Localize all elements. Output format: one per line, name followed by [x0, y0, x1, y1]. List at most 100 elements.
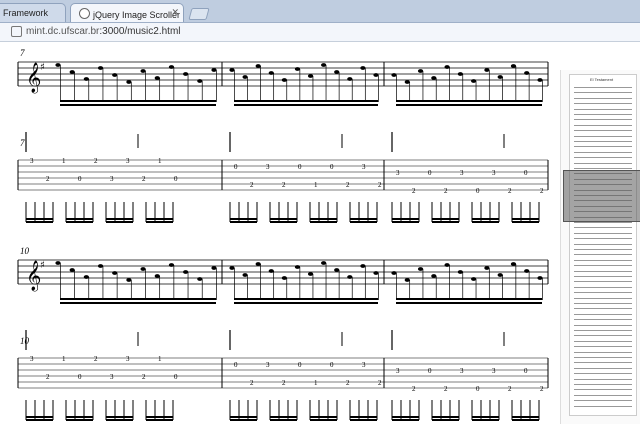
note-head: [229, 68, 235, 72]
rhythm-beam: [310, 218, 337, 220]
note-head: [497, 75, 503, 79]
fret-number: 2: [142, 373, 146, 381]
page-icon: .: [11, 26, 22, 37]
close-icon[interactable]: ✕: [171, 7, 179, 18]
fret-number: 3: [396, 367, 400, 375]
note-head: [281, 276, 287, 280]
thumbnail-staff-line: [574, 270, 632, 272]
address-bar[interactable]: mint.dc.ufscar.br:3000/music2.html: [26, 26, 181, 37]
note-head: [229, 266, 235, 270]
rhythm-beam: [350, 221, 377, 223]
fret-number: 3: [266, 163, 270, 171]
fret-number: 0: [330, 163, 334, 171]
thumbnail-staff-line: [574, 141, 632, 142]
thumbnail-staff-line: [574, 124, 632, 126]
thumbnail-staff-line: [574, 243, 632, 245]
note-head: [183, 72, 189, 76]
fret-number: 3: [396, 169, 400, 177]
fret-number: 1: [62, 355, 66, 363]
system-1: 7𝄞♯7321023321002320102323202303202: [17, 48, 549, 223]
fret-number: 0: [330, 361, 334, 369]
rhythm-beam: [66, 218, 93, 220]
thumbnail-staff-line: [574, 281, 632, 283]
note-head: [471, 79, 477, 83]
measure-number: 10: [20, 246, 30, 256]
note-head: [140, 267, 146, 271]
rhythm-beam: [392, 416, 419, 418]
tab-framework[interactable]: Framework: [0, 3, 66, 22]
note-head: [183, 270, 189, 274]
fret-number: 0: [524, 169, 528, 177]
rhythm-beam: [432, 218, 459, 220]
fret-number: 0: [78, 373, 82, 381]
thumbnail-staff-line: [574, 222, 632, 223]
tab-measure-number: 7: [20, 138, 25, 148]
rhythm-beam: [106, 419, 133, 421]
rhythm-beam: [230, 416, 257, 418]
rhythm-beam: [26, 218, 53, 220]
sharp-icon: ♯: [40, 260, 45, 271]
fret-number: 3: [266, 361, 270, 369]
beam: [396, 298, 542, 300]
fret-number: 2: [46, 373, 50, 381]
rhythm-beam: [106, 221, 133, 223]
rhythm-beam: [512, 416, 539, 418]
new-tab-button[interactable]: [188, 8, 210, 20]
rhythm-beam: [270, 218, 297, 220]
url-path: :3000/music2.html: [99, 26, 181, 37]
note-head: [197, 79, 203, 83]
thumbnail-staff-line: [574, 400, 632, 402]
thumbnail-staff-line: [574, 87, 632, 88]
rhythm-beam: [66, 419, 93, 421]
rhythm-beam: [146, 416, 173, 418]
fret-number: 1: [314, 181, 318, 189]
rhythm-beam: [472, 419, 499, 421]
note-head: [211, 68, 217, 72]
thumbnail-page[interactable]: El Testament: [569, 74, 637, 416]
rhythm-beam: [392, 419, 419, 421]
thumbnail-staff-line: [574, 405, 632, 407]
thumbnail-staff-line: [574, 330, 632, 331]
rhythm-beam: [432, 416, 459, 418]
note-head: [524, 269, 530, 273]
note-head: [268, 71, 274, 75]
fret-number: 2: [346, 181, 350, 189]
fret-number: 2: [412, 385, 416, 393]
note-head: [334, 70, 340, 74]
note-head: [307, 74, 314, 78]
thumbnail-staff-line: [574, 130, 632, 132]
note-head: [97, 264, 104, 268]
note-head: [69, 70, 75, 74]
thumbnail-staff-line: [574, 162, 632, 164]
thumbnail-strip[interactable]: El Testament: [560, 70, 640, 424]
tab-image-scroller[interactable]: jQuery Image Scroller Plug ✕: [70, 3, 184, 22]
beam: [234, 298, 378, 300]
tab-label: jQuery Image Scroller Plug: [93, 10, 183, 20]
fret-number: 3: [30, 157, 34, 165]
note-head: [294, 265, 301, 269]
note-head: [524, 71, 530, 75]
thumbnail-staff-line: [574, 146, 632, 148]
thumbnail-staff-line: [574, 351, 632, 353]
note-head: [373, 271, 379, 275]
rhythm-beam: [310, 221, 337, 223]
address-toolbar: . mint.dc.ufscar.br:3000/music2.html: [0, 23, 640, 42]
fret-number: 2: [508, 187, 512, 195]
rhythm-beam: [432, 221, 459, 223]
fret-number: 2: [412, 187, 416, 195]
music-score[interactable]: 7𝄞♯7321023321002320102323202303202 10𝄞♯1…: [0, 42, 560, 424]
thumbnail-staff-line: [574, 373, 632, 375]
fret-number: 0: [234, 163, 238, 171]
note-head: [242, 75, 248, 79]
note-head: [168, 65, 175, 69]
thumbnail-viewport[interactable]: [563, 170, 640, 222]
fret-number: 0: [476, 187, 480, 195]
note-head: [444, 263, 450, 267]
fret-number: 2: [378, 181, 382, 189]
note-head: [510, 64, 517, 68]
note-head: [431, 76, 437, 80]
note-head: [55, 63, 61, 67]
rhythm-beam: [26, 416, 53, 418]
note-head: [360, 264, 366, 268]
page-content: 7 𝄞 ♯ 7 3 2 1 0 2 3 3 2 1 0 0 2 3 2 0 1 0 2 3 2 3 2 0 2 3 0 3 2 0 2 10 𝄞 ♯ 1…: [0, 42, 640, 424]
